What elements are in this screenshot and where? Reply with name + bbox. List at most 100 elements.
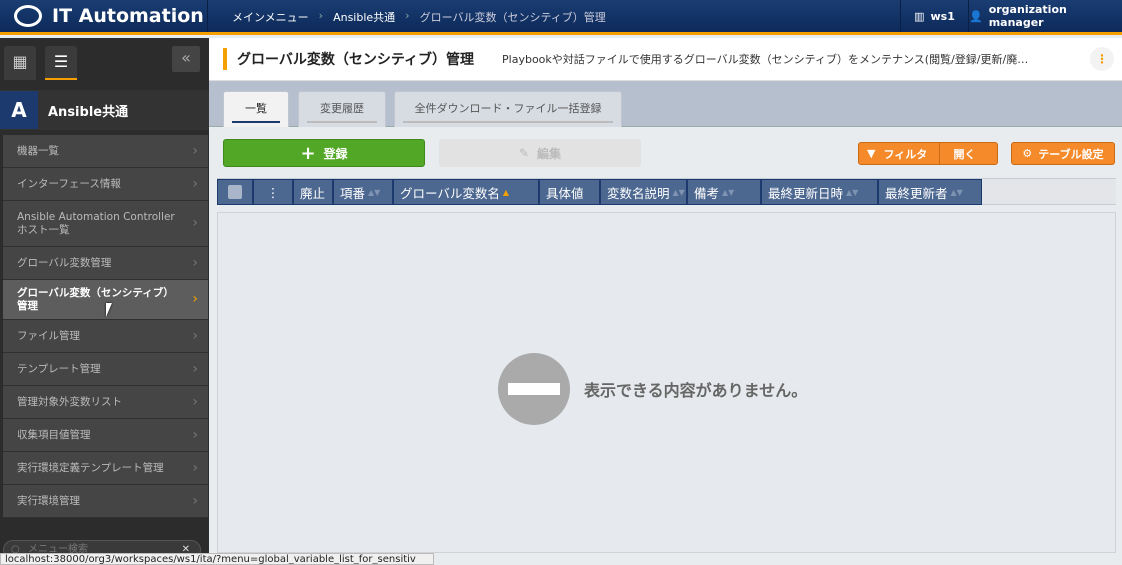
- sort-icon: ▲▼: [950, 187, 963, 197]
- sidebar-item[interactable]: Ansible Automation Controller ホスト一覧 ›: [3, 201, 208, 247]
- filter-button[interactable]: ▼ フィルタ 開く: [858, 142, 998, 165]
- app-logo[interactable]: IT Automation: [0, 0, 208, 32]
- column-header[interactable]: グローバル変数名 ▲: [393, 179, 539, 205]
- tab-label: 全件ダウンロード・ファイル一括登録: [414, 102, 602, 115]
- column-header[interactable]: 具体値: [539, 179, 600, 205]
- sidebar-item-label: 機器一覧: [17, 144, 59, 157]
- breadcrumb-ansible[interactable]: Ansible共通: [333, 9, 395, 25]
- sidebar-item[interactable]: 実行環境定義テンプレート管理 ›: [3, 452, 208, 485]
- edit-icon: ✎: [518, 146, 530, 160]
- app-title: IT Automation: [52, 5, 204, 27]
- user-icon: 👤: [969, 9, 983, 23]
- sidebar-menu: 機器一覧 › インターフェース情報 › Ansible Automation Con…: [3, 135, 208, 518]
- grid-icon: ▦: [12, 52, 28, 71]
- sidebar-item[interactable]: 機器一覧 ›: [3, 135, 208, 168]
- column-header[interactable]: 項番 ▲▼: [333, 179, 393, 205]
- sidebar-item-label: グローバル変数管理: [17, 256, 112, 269]
- no-entry-icon: [498, 353, 570, 425]
- column-header[interactable]: 廃止: [293, 179, 333, 205]
- sidebar-item[interactable]: グローバル変数管理 ›: [3, 247, 208, 280]
- grid-view-tab[interactable]: ▦: [4, 46, 36, 80]
- chevron-right-icon: ›: [192, 142, 198, 159]
- column-label: 最終更新者: [885, 185, 948, 201]
- sidebar-item-label: インターフェース情報: [17, 177, 121, 190]
- tab-label: 変更履歴: [320, 102, 364, 115]
- sidebar-item-label: ファイル管理: [17, 329, 80, 342]
- status-bar-url: localhost:38000/org3/workspaces/ws1/ita/…: [0, 553, 434, 565]
- sidebar: ▦ ☰ « A Ansible共通 機器一覧 › インターフェース情報 › Ansib…: [0, 38, 209, 565]
- filter-open-button[interactable]: 開く: [939, 143, 989, 164]
- checkbox-icon: [228, 185, 242, 199]
- column-label: 廃止: [300, 185, 326, 201]
- filter-icon: ▼: [867, 147, 876, 160]
- user-button[interactable]: 👤 organization manager: [968, 0, 1122, 32]
- chevron-right-icon: ›: [192, 459, 198, 476]
- logo-icon: [14, 5, 42, 27]
- sidebar-item[interactable]: ファイル管理 ›: [3, 320, 208, 353]
- chevron-right-icon: ›: [192, 254, 198, 271]
- chevron-right-icon: ›: [192, 426, 198, 443]
- chevron-right-icon: ›: [405, 9, 410, 22]
- double-chevron-left-icon: «: [181, 48, 191, 67]
- column-label: 変数名説明: [607, 185, 670, 201]
- workspace-button[interactable]: ▥ ws1: [900, 0, 968, 32]
- column-label: 備考: [694, 185, 720, 201]
- chevron-right-icon: ›: [192, 492, 198, 509]
- more-options-icon[interactable]: ⋮: [1090, 47, 1114, 71]
- column-label: 具体値: [546, 185, 584, 201]
- breadcrumb-current: グローバル変数（センシティブ）管理: [419, 11, 606, 24]
- register-button[interactable]: + 登録: [223, 139, 425, 167]
- column-header[interactable]: 最終更新者 ▲▼: [878, 179, 982, 205]
- user-name: organization manager: [988, 3, 1067, 29]
- edit-button[interactable]: ✎ 編集: [439, 139, 641, 167]
- menu-group: A Ansible共通: [0, 90, 209, 130]
- sidebar-item-label: 実行環境定義テンプレート管理: [17, 461, 164, 474]
- chevron-right-icon: ›: [192, 175, 198, 192]
- empty-message: 表示できる内容がありません。: [584, 381, 808, 400]
- sidebar-item-label: 管理対象外変数リスト: [17, 395, 122, 408]
- tab-bar: 一覧 変更履歴 全件ダウンロード・ファイル一括登録: [209, 81, 1122, 127]
- column-header[interactable]: 備考 ▲▼: [687, 179, 761, 205]
- register-label: 登録: [323, 146, 348, 161]
- column-label: 最終更新日時: [768, 185, 844, 201]
- tab-list[interactable]: 一覧: [223, 91, 289, 127]
- ansible-icon: A: [0, 91, 38, 129]
- tab-label: 一覧: [245, 102, 267, 115]
- workspace-name: ws1: [930, 9, 955, 23]
- select-all-checkbox[interactable]: [217, 179, 253, 205]
- sort-icon: ▲▼: [368, 187, 381, 197]
- column-header[interactable]: 変数名説明 ▲▼: [600, 179, 687, 205]
- book-icon: ▥: [914, 9, 925, 23]
- chevron-right-icon: ›: [192, 327, 198, 344]
- row-menu-icon[interactable]: ⋮: [253, 179, 293, 205]
- tab-history[interactable]: 変更履歴: [298, 91, 386, 127]
- column-label: グローバル変数名: [400, 185, 500, 201]
- top-header: IT Automation メインメニュー › Ansible共通 › グローバル変…: [0, 0, 1122, 35]
- tab-download[interactable]: 全件ダウンロード・ファイル一括登録: [394, 91, 622, 127]
- page-description: Playbookや対話ファイルで使用するグローバル変数（センシティブ）をメンテナ…: [502, 53, 1029, 66]
- page-title-bar: グローバル変数（センシティブ）管理 Playbookや対話ファイルで使用するグロ…: [209, 38, 1122, 81]
- sort-icon: ▲▼: [722, 187, 735, 197]
- tab-underline: [307, 121, 377, 123]
- breadcrumb-main-menu[interactable]: メインメニュー: [232, 9, 309, 25]
- sidebar-item-label: グローバル変数（センシティブ）管理: [17, 286, 174, 312]
- list-icon: ☰: [53, 52, 69, 71]
- sidebar-item[interactable]: 管理対象外変数リスト ›: [3, 386, 208, 419]
- tab-underline: [403, 121, 613, 123]
- sidebar-item[interactable]: 実行環境管理 ›: [3, 485, 208, 518]
- page-title: グローバル変数（センシティブ）管理: [237, 52, 475, 68]
- column-header[interactable]: 最終更新日時 ▲▼: [761, 179, 878, 205]
- collapse-sidebar-button[interactable]: «: [172, 46, 200, 72]
- edit-label: 編集: [537, 146, 562, 161]
- table-settings-button[interactable]: ⚙ テーブル設定: [1011, 142, 1115, 165]
- chevron-right-icon: ›: [192, 291, 198, 307]
- sidebar-item-label: 実行環境管理: [17, 494, 80, 507]
- sidebar-item[interactable]: 収集項目値管理 ›: [3, 419, 208, 452]
- tab-underline: [232, 121, 280, 123]
- breadcrumb: メインメニュー › Ansible共通 › グローバル変数（センシティブ）管理: [232, 9, 606, 25]
- chevron-right-icon: ›: [192, 393, 198, 410]
- list-view-tab[interactable]: ☰: [45, 46, 77, 80]
- sidebar-item[interactable]: インターフェース情報 ›: [3, 168, 208, 201]
- title-accent: [223, 48, 227, 70]
- sidebar-item[interactable]: テンプレート管理 ›: [3, 353, 208, 386]
